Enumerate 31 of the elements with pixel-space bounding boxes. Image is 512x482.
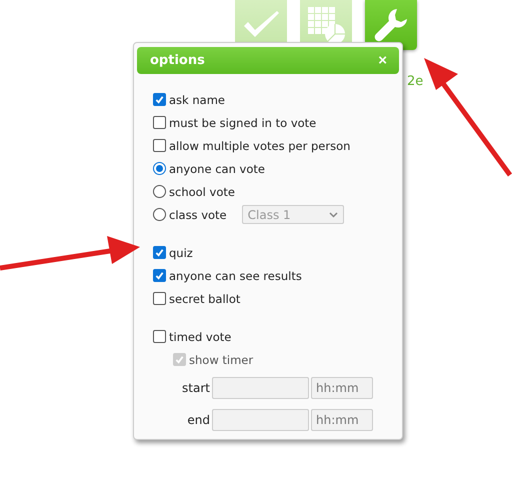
checkbox[interactable]: [153, 292, 166, 305]
radio-button[interactable]: [153, 185, 166, 198]
option-label: ask name: [169, 92, 225, 106]
chevron-down-icon: [328, 212, 338, 218]
option-label: class vote: [169, 208, 227, 222]
time-label: end: [186, 413, 210, 427]
option-label: anyone can see results: [169, 268, 302, 282]
dialog-title: options: [150, 53, 205, 68]
option-label: school vote: [169, 184, 235, 198]
radio-button[interactable]: [153, 208, 166, 221]
time-label: start: [181, 381, 210, 395]
checkbox[interactable]: [153, 269, 166, 282]
time-field[interactable]: hh:mm: [311, 377, 373, 399]
date-field[interactable]: [212, 409, 309, 431]
checkbox[interactable]: [153, 246, 166, 259]
close-button[interactable]: ×: [378, 52, 387, 69]
time-field[interactable]: hh:mm: [311, 409, 373, 431]
radio-button[interactable]: [153, 162, 166, 175]
option-label: timed vote: [169, 330, 232, 344]
date-field[interactable]: [212, 377, 309, 399]
option-label: allow multiple votes per person: [169, 138, 350, 152]
checkbox[interactable]: [153, 93, 166, 106]
option-label: anyone can vote: [169, 162, 265, 176]
checkbox[interactable]: [153, 139, 166, 152]
option-label: show timer: [189, 352, 254, 366]
partial-text: 2e: [407, 74, 424, 89]
checkbox[interactable]: [153, 116, 166, 129]
option-label: must be signed in to vote: [169, 116, 316, 130]
checkbox[interactable]: [153, 330, 166, 343]
option-label: quiz: [169, 246, 193, 260]
option-label: secret ballot: [169, 292, 240, 306]
